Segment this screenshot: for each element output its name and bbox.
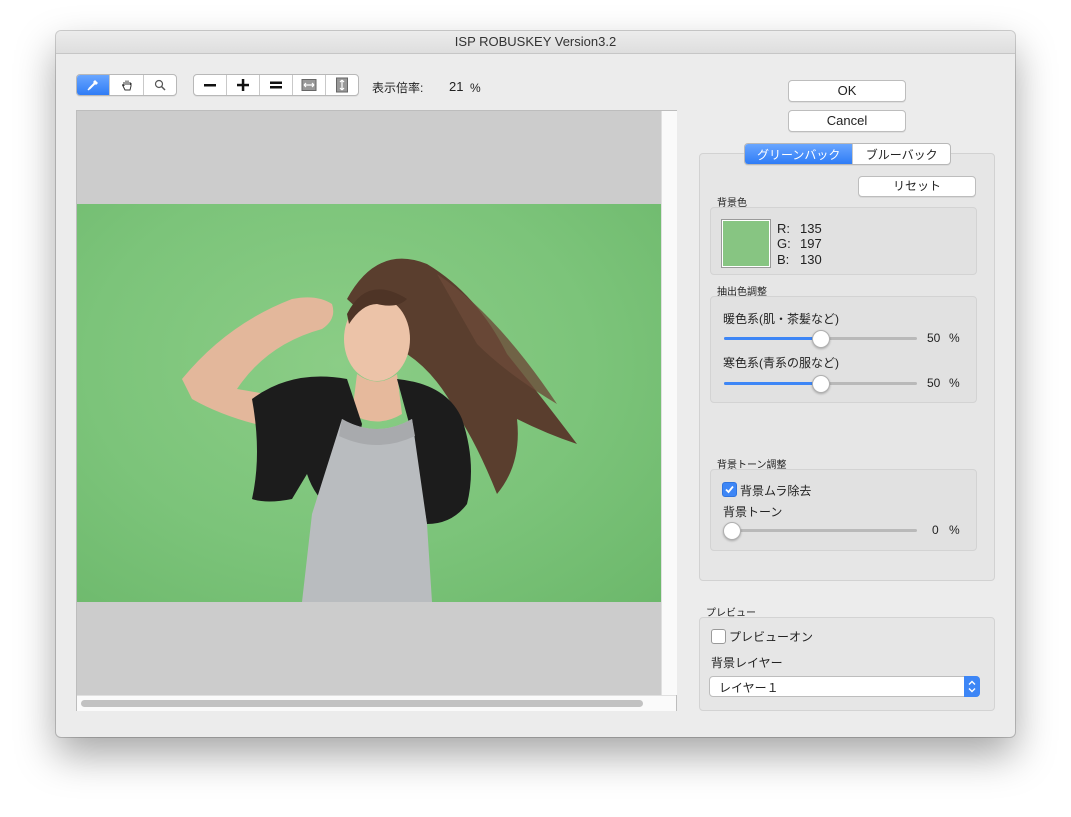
remove-unevenness-label: 背景ムラ除去	[740, 484, 812, 498]
chevron-updown-icon	[968, 680, 976, 693]
g-value: 197	[800, 236, 822, 251]
hand-tool-button[interactable]	[110, 75, 144, 95]
cool-slider-label: 寒色系(青系の服など)	[723, 356, 839, 370]
fit-width-button[interactable]	[293, 75, 326, 95]
r-label: R:	[777, 221, 790, 236]
magnifier-icon	[154, 79, 166, 91]
canvas-scrollbar-vertical[interactable]	[661, 111, 677, 695]
select-stepper[interactable]	[964, 676, 980, 697]
tone-slider-label: 背景トーン	[723, 505, 783, 519]
zoom-controls	[193, 74, 359, 96]
r-value: 135	[800, 221, 822, 236]
tone-slider-knob[interactable]	[723, 522, 741, 540]
tone-adjust-group: 背景ムラ除去 背景トーン 0 %	[710, 469, 977, 551]
window-title: ISP ROBUSKEY Version3.2	[56, 31, 1015, 54]
warm-slider-label: 暖色系(肌・茶髪など)	[723, 312, 839, 326]
fit-height-icon	[336, 77, 348, 93]
plus-icon	[237, 79, 249, 91]
eyedropper-icon	[87, 80, 98, 91]
cool-slider-fill	[724, 382, 820, 385]
zoom-value: 21	[449, 79, 464, 94]
checkmark-icon	[725, 485, 734, 494]
g-label: G:	[777, 236, 791, 251]
warm-slider-knob[interactable]	[812, 330, 830, 348]
tab-greenback[interactable]: グリーンバック	[745, 144, 854, 164]
remove-unevenness-checkbox[interactable]	[722, 482, 737, 497]
fit-height-button[interactable]	[326, 75, 358, 95]
background-layer-value: レイヤー１	[719, 681, 779, 695]
color-swatch[interactable]	[722, 220, 770, 267]
tab-greenback-label: グリーンバック	[757, 147, 841, 162]
key-mode-tabs: グリーンバック ブルーバック	[744, 143, 951, 165]
equals-icon	[270, 81, 282, 89]
warm-slider-value: 50	[927, 331, 941, 345]
minus-icon	[204, 84, 216, 87]
zoom-unit: %	[470, 81, 481, 95]
eyedropper-tool-button[interactable]	[77, 75, 110, 95]
zoom-out-button[interactable]	[194, 75, 227, 95]
b-label: B:	[777, 252, 790, 267]
zoom-label: 表示倍率:	[372, 81, 424, 95]
dialog-window: ISP ROBUSKEY Version3.2 表示倍率: 21 % OK Ca…	[56, 31, 1015, 737]
cool-slider-unit: %	[949, 376, 960, 390]
actual-size-button[interactable]	[260, 75, 293, 95]
preview-group: プレビューオン 背景レイヤー レイヤー１	[699, 617, 995, 711]
tab-blueback[interactable]: ブルーバック	[853, 144, 950, 164]
tone-slider-unit: %	[949, 523, 960, 537]
horizontal-scroll-thumb[interactable]	[81, 700, 643, 707]
zoom-tool-button[interactable]	[144, 75, 176, 95]
greenscreen-photo	[77, 204, 661, 602]
person-figure	[182, 258, 577, 602]
hand-icon	[121, 80, 131, 91]
tool-selector	[76, 74, 177, 96]
fit-width-icon	[301, 79, 317, 91]
background-layer-label: 背景レイヤー	[711, 656, 783, 670]
warm-slider-unit: %	[949, 331, 960, 345]
b-value: 130	[800, 252, 822, 267]
background-layer-select[interactable]: レイヤー１	[709, 676, 980, 697]
tab-blueback-label: ブルーバック	[865, 147, 938, 162]
warm-slider-fill	[724, 337, 820, 340]
preview-on-checkbox[interactable]	[711, 629, 726, 644]
preview-on-label: プレビューオン	[729, 630, 814, 644]
cancel-button[interactable]: Cancel	[788, 110, 906, 132]
tone-slider-track[interactable]	[724, 529, 917, 532]
cool-slider-value: 50	[927, 376, 941, 390]
cool-slider-knob[interactable]	[812, 375, 830, 393]
background-color-group: R: 135 G: 197 B: 130	[710, 207, 977, 275]
canvas-scrollbar-horizontal[interactable]	[77, 695, 676, 711]
ok-button[interactable]: OK	[788, 80, 906, 102]
extraction-adjust-group: 暖色系(肌・茶髪など) 50 % 寒色系(青系の服など) 50 %	[710, 296, 977, 403]
zoom-in-button[interactable]	[227, 75, 260, 95]
image-canvas[interactable]	[76, 110, 677, 711]
reset-button[interactable]: リセット	[858, 176, 976, 197]
tone-slider-value: 0	[932, 523, 939, 537]
